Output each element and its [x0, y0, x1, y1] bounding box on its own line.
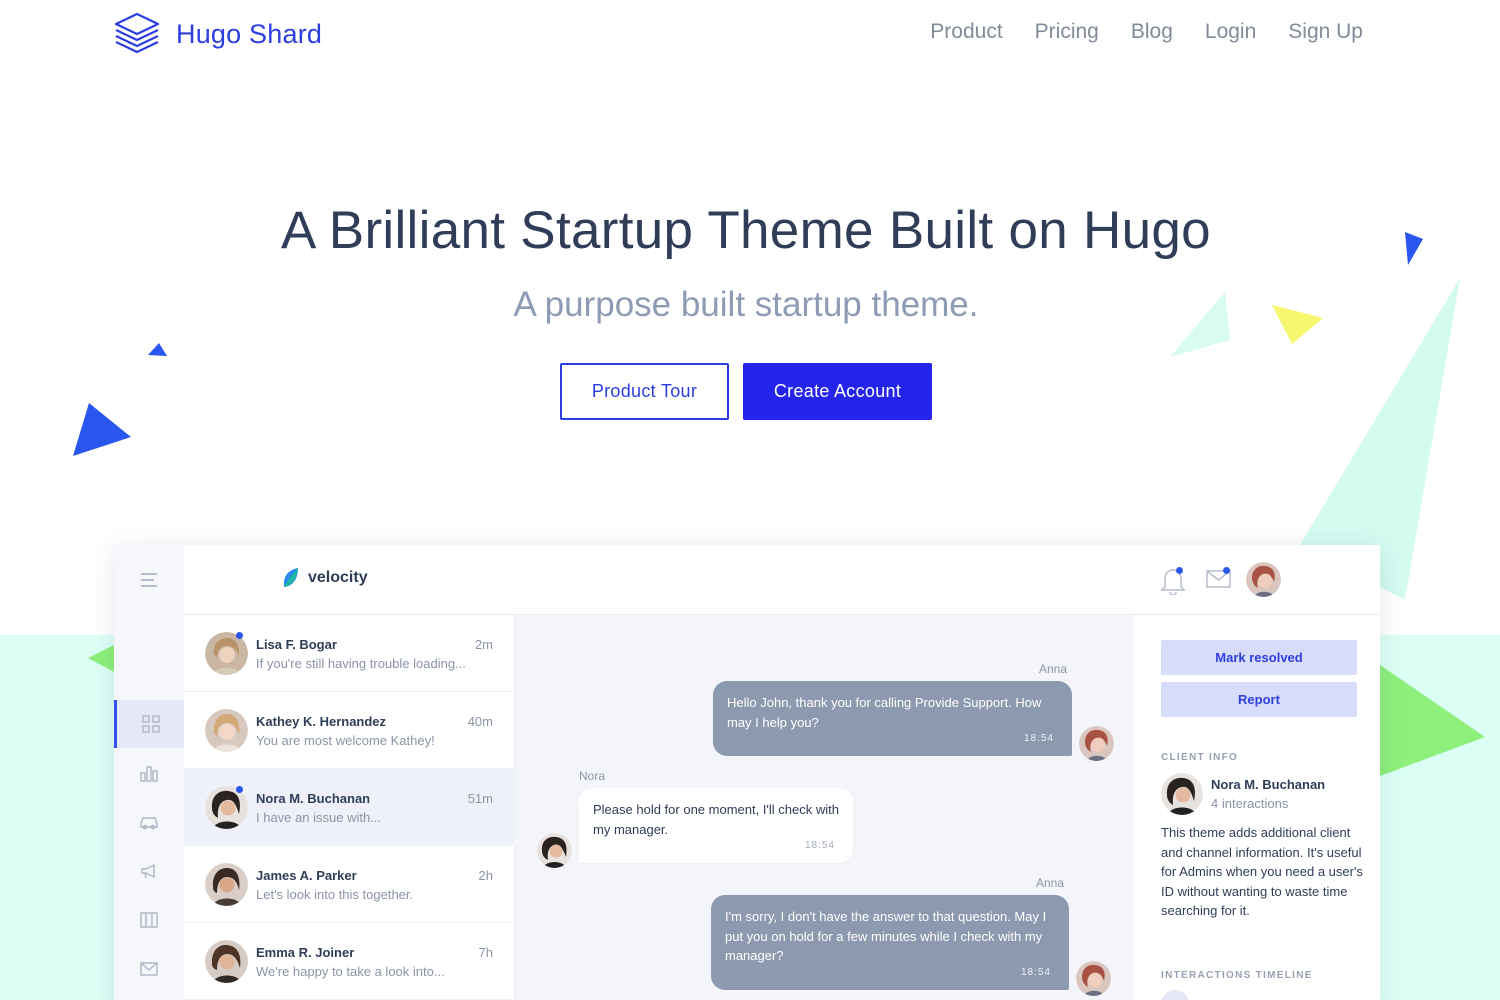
- message-text: I'm sorry, I don't have the answer to th…: [725, 909, 1047, 963]
- client-description: This theme adds additional client and ch…: [1161, 825, 1363, 918]
- conversation-preview: I have an issue with...: [256, 810, 382, 825]
- conversation-item[interactable]: Emma R. Joiner 7h We're happy to take a …: [184, 923, 515, 1000]
- client-name: Nora M. Buchanan: [1211, 777, 1326, 792]
- client-interactions: 4 interactions: [1211, 796, 1289, 811]
- client-info-label: CLIENT INFO: [1161, 752, 1239, 763]
- conversation-time: 7h: [478, 945, 493, 960]
- avatar: [205, 709, 248, 752]
- brand-name: Hugo Shard: [176, 18, 323, 49]
- conversation-item[interactable]: James A. Parker 2h Let's look into this …: [184, 846, 515, 923]
- nav-product[interactable]: Product: [930, 20, 1002, 44]
- hero-subtitle: A purpose built startup theme.: [513, 285, 979, 324]
- report-button[interactable]: Report: [1161, 682, 1357, 717]
- message-text: Hello John, thank you for calling Provid…: [727, 695, 1042, 730]
- velocity-brand-name: velocity: [308, 569, 368, 586]
- conversation-list: Lisa F. Bogar 2m If you're still having …: [184, 615, 515, 1000]
- messages-button[interactable]: [1206, 567, 1232, 594]
- message-sender: Anna: [1039, 662, 1068, 676]
- avatar: [205, 632, 248, 675]
- mail-rail-icon[interactable]: [114, 945, 184, 993]
- app-topbar: velocity: [184, 545, 1380, 615]
- conversation-preview: You are most welcome Kathey!: [256, 733, 435, 748]
- product-tour-button[interactable]: Product Tour: [560, 363, 729, 420]
- leaf-logo-icon: [283, 568, 298, 587]
- menu-icon[interactable]: [141, 573, 157, 591]
- interactions-timeline-label: INTERACTIONS TIMELINE: [1161, 970, 1313, 981]
- create-account-button[interactable]: Create Account: [743, 363, 932, 420]
- conversation-preview: Let's look into this together.: [256, 887, 414, 902]
- mark-resolved-button[interactable]: Mark resolved: [1161, 640, 1357, 675]
- contact-name: Nora M. Buchanan: [256, 791, 371, 806]
- message-bubble: Please hold for one moment, I'll check w…: [579, 788, 853, 863]
- notifications-button[interactable]: [1160, 565, 1186, 600]
- conversation-item[interactable]: Nora M. Buchanan 51m I have an issue wit…: [184, 769, 515, 846]
- message-sender: Anna: [1036, 876, 1065, 890]
- chart-icon[interactable]: [114, 749, 184, 797]
- site-header: Hugo Shard Product Pricing Blog Login Si…: [0, 0, 1500, 70]
- car-icon[interactable]: [114, 798, 184, 846]
- nav-signup[interactable]: Sign Up: [1288, 20, 1363, 44]
- hero-title: A Brilliant Startup Theme Built on Hugo: [281, 201, 1211, 260]
- brand[interactable]: Hugo Shard: [112, 10, 322, 58]
- contact-name: Lisa F. Bogar: [256, 637, 337, 652]
- icon-rail: [114, 545, 184, 1000]
- unread-dot: [236, 632, 243, 639]
- contact-name: Emma R. Joiner: [256, 945, 355, 960]
- conversation-item[interactable]: Kathey K. Hernandez 40m You are most wel…: [184, 692, 515, 769]
- conversation-time: 40m: [467, 714, 493, 729]
- contact-name: Kathey K. Hernandez: [256, 714, 387, 729]
- contact-name: James A. Parker: [256, 868, 357, 883]
- user-avatar[interactable]: [1246, 562, 1281, 597]
- agent-avatar: [1076, 961, 1111, 996]
- megaphone-icon[interactable]: [114, 847, 184, 895]
- avatar: [205, 863, 248, 906]
- avatar: [205, 940, 248, 983]
- message-text: Please hold for one moment, I'll check w…: [593, 802, 839, 837]
- conversation-time: 2h: [478, 868, 493, 883]
- client-avatar: [1161, 773, 1203, 815]
- message-sender: Nora: [579, 769, 606, 783]
- book-icon[interactable]: [114, 896, 184, 944]
- chat-thread: Anna Hello John, thank you for calling P…: [515, 615, 1134, 1000]
- customer-avatar: [537, 833, 572, 868]
- message-bubble: I'm sorry, I don't have the answer to th…: [711, 895, 1069, 990]
- client-side-panel: Mark resolved Report CLIENT INFO Nora M.…: [1134, 615, 1380, 1000]
- message-time: 18:54: [1023, 732, 1054, 744]
- notification-dot: [1176, 567, 1183, 574]
- main-nav: Product Pricing Blog Login Sign Up: [898, 20, 1363, 44]
- avatar: [205, 786, 248, 829]
- layers-logo-icon: [114, 12, 160, 54]
- conversation-preview: We're happy to take a look into...: [256, 964, 445, 979]
- conversation-item[interactable]: Lisa F. Bogar 2m If you're still having …: [184, 615, 515, 692]
- unread-dot: [236, 786, 243, 793]
- nav-pricing[interactable]: Pricing: [1035, 20, 1099, 44]
- nav-login[interactable]: Login: [1205, 20, 1256, 44]
- velocity-logo[interactable]: velocity: [282, 567, 368, 589]
- message-bubble: Hello John, thank you for calling Provid…: [713, 681, 1072, 756]
- message-dot: [1223, 567, 1230, 574]
- agent-avatar: [1079, 726, 1114, 761]
- app-preview: velocity Lisa F. Bogar 2m If you're stil…: [114, 545, 1380, 1000]
- conversation-time: 51m: [467, 791, 493, 806]
- conversation-preview: If you're still having trouble loading..…: [256, 656, 466, 671]
- message-time: 18:54: [804, 839, 835, 851]
- nav-blog[interactable]: Blog: [1131, 20, 1173, 44]
- timeline-marker: [1161, 990, 1189, 1000]
- dashboard-icon[interactable]: [114, 700, 184, 748]
- message-time: 18:54: [1020, 966, 1051, 978]
- conversation-time: 2m: [474, 637, 493, 652]
